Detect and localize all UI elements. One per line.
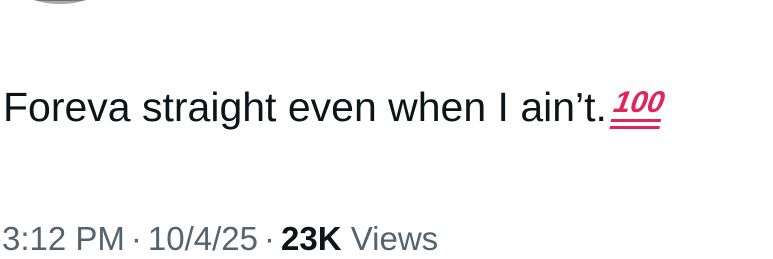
views-count[interactable]: 23K (281, 220, 342, 257)
hundred-points-icon: 100 (609, 85, 667, 129)
tweet-metadata: 3:12 PM · 10/4/25 · 23K Views (2, 219, 438, 259)
views-label[interactable]: Views (351, 220, 438, 257)
hundred-points-underline (609, 118, 662, 129)
separator: · (130, 220, 142, 257)
avatar[interactable] (15, 0, 105, 4)
tweet-text: Foreva straight even when I ain’t. (3, 84, 607, 130)
separator: · (264, 220, 276, 257)
tweet-date[interactable]: 10/4/25 (148, 220, 258, 257)
tweet-time[interactable]: 3:12 PM (2, 220, 125, 257)
tweet-text-container: Foreva straight even when I ain’t. 100 (3, 82, 667, 132)
hundred-points-label: 100 (611, 85, 667, 119)
